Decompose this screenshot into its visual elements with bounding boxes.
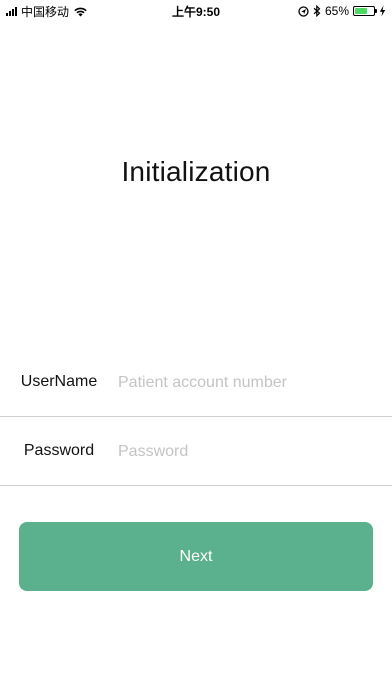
next-button[interactable]: Next xyxy=(19,522,373,591)
battery-percent: 65% xyxy=(324,4,349,18)
password-row: Password xyxy=(0,418,392,486)
username-row: UserName xyxy=(0,349,392,417)
password-label: Password xyxy=(23,442,95,459)
status-bar-right: 65% xyxy=(298,3,386,19)
username-label: UserName xyxy=(20,373,98,390)
status-bar: 中国移动 上午9:50 65% xyxy=(0,0,392,22)
username-input[interactable] xyxy=(118,369,378,397)
location-icon xyxy=(298,5,309,17)
battery-level xyxy=(355,8,367,14)
battery-icon xyxy=(353,6,377,16)
charging-icon xyxy=(379,5,386,17)
page-title: Initialization xyxy=(121,156,271,187)
password-input[interactable] xyxy=(118,438,378,466)
bluetooth-icon xyxy=(313,5,321,17)
